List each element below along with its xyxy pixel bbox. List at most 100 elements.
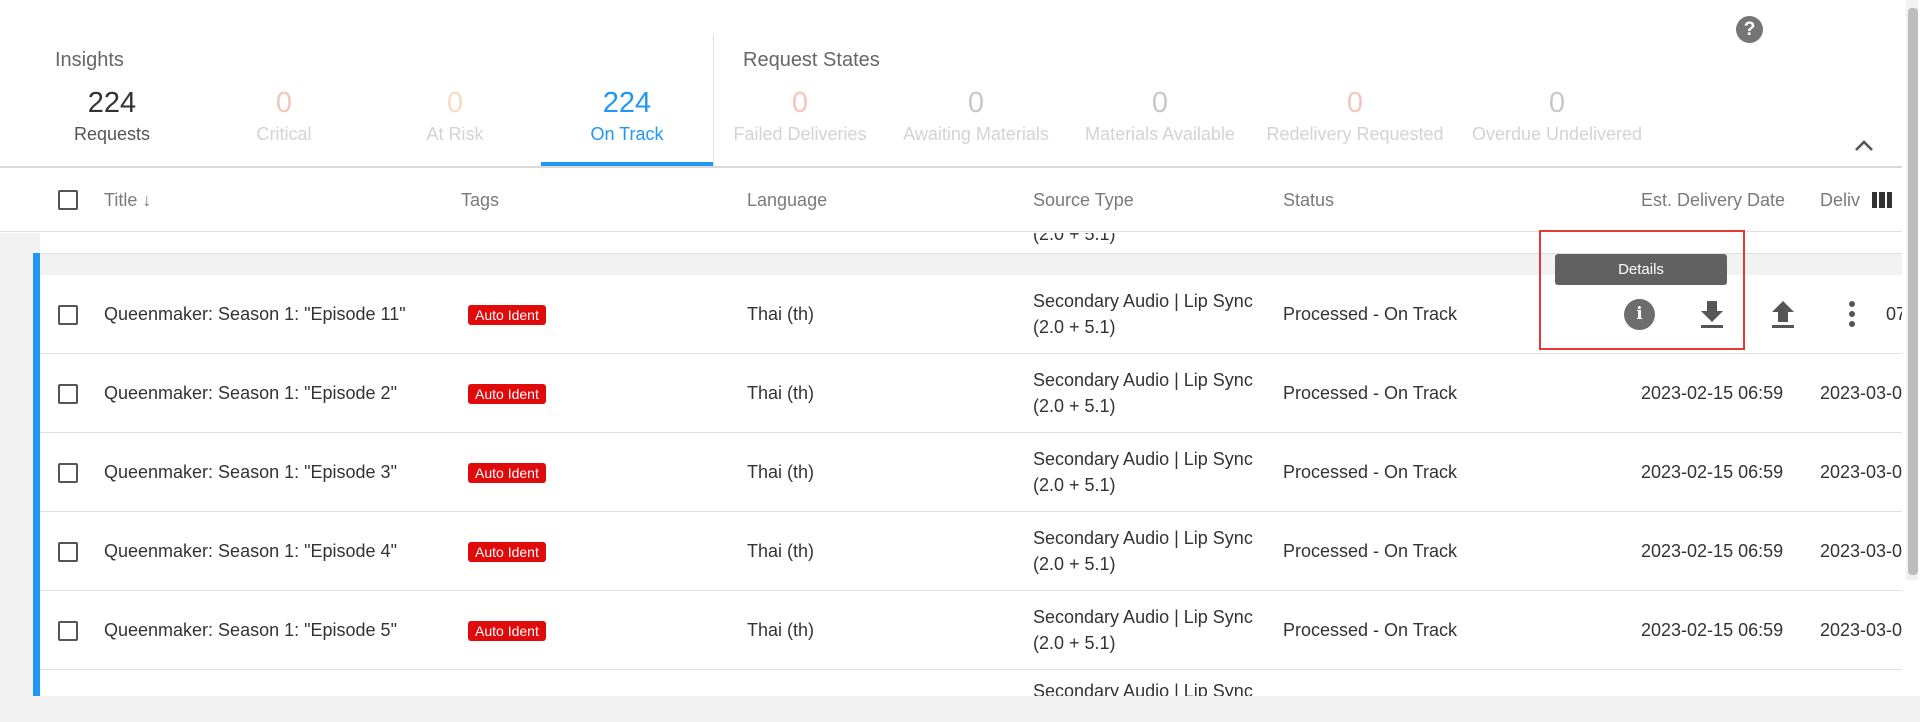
row-language: Thai (th) (747, 462, 815, 482)
stat-critical[interactable]: 0 Critical (256, 86, 311, 146)
column-header-delivered[interactable]: Deliv (1820, 190, 1864, 211)
page-bottom (0, 696, 1920, 722)
row-title[interactable]: Queenmaker: Season 1: "Episode 11" (104, 302, 406, 327)
stat-on-track-value: 224 (602, 87, 652, 119)
row-est-delivery-date: 2023-02-15 06:59 (1641, 620, 1784, 640)
active-tab-indicator (541, 162, 713, 166)
stat-redelivery-requested[interactable]: 0 Redelivery Requested (1266, 86, 1443, 146)
row-est-delivery-date: 2023-02-15 06:59 (1641, 383, 1784, 403)
stat-overdue-undelivered-label: Overdue Undelivered (1471, 124, 1643, 144)
auto-ident-tag: Auto Ident (468, 542, 546, 562)
row-source-type-line1: Secondary Audio | Lip Sync (1033, 291, 1253, 311)
row-est-delivery-date: 2023-02-15 06:59 (1641, 462, 1784, 482)
stat-overdue-undelivered[interactable]: 0 Overdue Undelivered (1472, 86, 1642, 146)
row-delivered-date: 2023-03-07 (1820, 541, 1902, 561)
row-source-type-line2: (2.0 + 5.1) (1033, 475, 1116, 495)
column-header-title[interactable]: Title ↓ (104, 190, 151, 211)
source-type-partial: Secondary Audio | Lip Sync (1033, 681, 1253, 696)
stat-on-track[interactable]: 224 On Track (590, 86, 663, 146)
row-source-type-line2: (2.0 + 5.1) (1033, 633, 1116, 653)
column-header-est-delivery-date[interactable]: Est. Delivery Date (1641, 190, 1785, 211)
stat-materials-available-value: 0 (1151, 87, 1169, 119)
stat-failed-deliveries[interactable]: 0 Failed Deliveries (733, 86, 866, 146)
row-delivered-date: 07 (1886, 304, 1902, 324)
stat-critical-label: Critical (256, 124, 312, 144)
stat-materials-available-label: Materials Available (1085, 124, 1235, 144)
stat-awaiting-materials-value: 0 (967, 87, 985, 119)
row-source-type-line1: Secondary Audio | Lip Sync (1033, 370, 1253, 390)
stat-failed-deliveries-label: Failed Deliveries (733, 124, 867, 144)
row-source-type-line2: (2.0 + 5.1) (1033, 396, 1116, 416)
stat-materials-available[interactable]: 0 Materials Available (1085, 86, 1235, 146)
stat-overdue-undelivered-value: 0 (1548, 87, 1566, 119)
scrollbar-thumb[interactable] (1908, 8, 1918, 575)
row-language: Thai (th) (747, 304, 815, 324)
details-tooltip: Details (1555, 254, 1727, 285)
table-header: Title ↓ Tags Language Source Type Status… (0, 170, 1902, 232)
column-header-status[interactable]: Status (1283, 190, 1334, 211)
row-est-delivery-date: 2023-02-15 06:59 (1641, 541, 1784, 561)
stat-redelivery-requested-value: 0 (1346, 87, 1364, 119)
more-vertical-icon[interactable] (1847, 299, 1857, 330)
stat-awaiting-materials[interactable]: 0 Awaiting Materials (903, 86, 1049, 146)
insights-panel: ? Insights 224 Requests 0 Critical 0 At … (0, 0, 1902, 168)
column-header-language[interactable]: Language (747, 190, 827, 211)
row-status: Processed - On Track (1283, 462, 1458, 482)
row-delivered-date: 2023-03-07 (1820, 620, 1902, 640)
stat-on-track-label: On Track (590, 124, 664, 144)
stat-at-risk-label: At Risk (426, 124, 484, 144)
row-language: Thai (th) (747, 541, 815, 561)
view-columns-icon[interactable] (1872, 192, 1892, 208)
row-title[interactable]: Queenmaker: Season 1: "Episode 3" (104, 460, 397, 485)
stat-failed-deliveries-value: 0 (791, 87, 809, 119)
row-checkbox[interactable] (58, 305, 78, 325)
row-delivered-date: 2023-03-07 (1820, 383, 1902, 403)
stat-at-risk-value: 0 (446, 87, 464, 119)
row-source-type-line1: Secondary Audio | Lip Sync (1033, 607, 1253, 627)
stat-awaiting-materials-label: Awaiting Materials (903, 124, 1049, 144)
stat-requests[interactable]: 224 Requests (74, 86, 150, 146)
row-status: Processed - On Track (1283, 383, 1458, 403)
source-type-partial: (2.0 + 5.1) (1033, 233, 1116, 244)
row-checkbox[interactable] (58, 621, 78, 641)
row-source-type-line1: Secondary Audio | Lip Sync (1033, 528, 1253, 548)
auto-ident-tag: Auto Ident (468, 463, 546, 483)
chevron-up-icon[interactable] (1852, 134, 1876, 158)
stat-redelivery-requested-label: Redelivery Requested (1266, 124, 1444, 144)
auto-ident-tag: Auto Ident (468, 384, 546, 404)
stat-requests-label: Requests (73, 124, 151, 144)
row-checkbox[interactable] (58, 463, 78, 483)
row-title[interactable]: Queenmaker: Season 1: "Episode 2" (104, 381, 397, 406)
row-checkbox[interactable] (58, 542, 78, 562)
table-row[interactable]: Queenmaker: Season 1: "Episode 2" Auto I… (40, 354, 1902, 433)
table-row[interactable]: Queenmaker: Season 1: "Episode 3" Auto I… (40, 433, 1902, 512)
row-status: Processed - On Track (1283, 304, 1458, 324)
select-all-checkbox[interactable] (58, 190, 78, 210)
row-source-type-line2: (2.0 + 5.1) (1033, 554, 1116, 574)
request-states-title: Request States (743, 49, 880, 71)
section-divider (713, 34, 714, 166)
row-status: Processed - On Track (1283, 541, 1458, 561)
table-row-partial-bottom[interactable]: Secondary Audio | Lip Sync (40, 670, 1902, 696)
row-language: Thai (th) (747, 383, 815, 403)
row-delivered-date: 2023-03-07 (1820, 462, 1902, 482)
help-icon[interactable]: ? (1736, 16, 1763, 43)
row-title[interactable]: Queenmaker: Season 1: "Episode 4" (104, 539, 397, 564)
row-language: Thai (th) (747, 620, 815, 640)
column-header-tags[interactable]: Tags (461, 190, 499, 211)
table-row[interactable]: Queenmaker: Season 1: "Episode 4" Auto I… (40, 512, 1902, 591)
details-highlight-box (1539, 230, 1745, 350)
row-group-accent (33, 253, 40, 696)
auto-ident-tag: Auto Ident (468, 621, 546, 641)
stat-at-risk[interactable]: 0 At Risk (426, 86, 483, 146)
row-checkbox[interactable] (58, 384, 78, 404)
insights-title: Insights (55, 49, 124, 71)
row-source-type-line1: Secondary Audio | Lip Sync (1033, 449, 1253, 469)
upload-icon[interactable] (1768, 299, 1798, 330)
auto-ident-tag: Auto Ident (468, 305, 546, 325)
table-row[interactable]: Queenmaker: Season 1: "Episode 5" Auto I… (40, 591, 1902, 670)
column-header-source-type[interactable]: Source Type (1033, 190, 1134, 211)
stat-requests-value: 224 (87, 87, 137, 119)
row-title[interactable]: Queenmaker: Season 1: "Episode 5" (104, 618, 397, 643)
stat-critical-value: 0 (275, 87, 293, 119)
